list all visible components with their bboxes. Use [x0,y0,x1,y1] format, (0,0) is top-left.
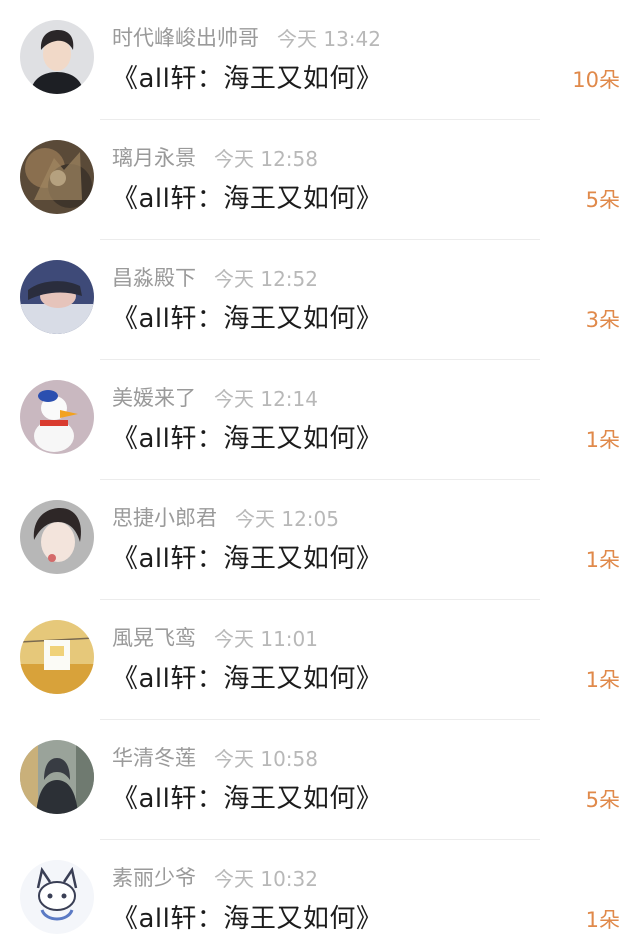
flower-count: 1朵 [585,428,620,452]
username[interactable]: 風晃飞鸾 [112,622,196,652]
list-item[interactable]: 美媛来了 今天 12:14 《all轩：海王又如何》 1朵 [0,360,640,480]
flower-count: 5朵 [585,188,620,212]
flower-count: 1朵 [585,548,620,572]
work-title[interactable]: 《all轩：海王又如何》 [112,778,382,815]
username[interactable]: 素丽少爷 [112,862,196,892]
username[interactable]: 璃月永景 [112,142,196,172]
flower-count: 1朵 [585,908,620,932]
flower-count: 3朵 [585,308,620,332]
user-avatar[interactable] [20,20,94,94]
row-meta: 璃月永景 今天 12:58 [112,142,318,172]
user-avatar[interactable] [20,740,94,814]
row-meta: 华清冬莲 今天 10:58 [112,742,318,772]
timestamp: 今天 12:05 [235,506,339,531]
flower-count: 5朵 [585,788,620,812]
timestamp: 今天 11:01 [214,626,318,651]
timestamp: 今天 10:32 [214,866,318,891]
flower-count: 1朵 [585,668,620,692]
work-title[interactable]: 《all轩：海王又如何》 [112,178,382,215]
timestamp: 今天 12:58 [214,146,318,171]
timestamp: 今天 12:14 [214,386,318,411]
gift-list: 时代峰峻出帅哥 今天 13:42 《all轩：海王又如何》 10朵 璃月永景 今… [0,0,640,941]
username[interactable]: 华清冬莲 [112,742,196,772]
list-item[interactable]: 昌淼殿下 今天 12:52 《all轩：海王又如何》 3朵 [0,240,640,360]
flower-count: 10朵 [572,68,620,92]
work-title[interactable]: 《all轩：海王又如何》 [112,538,382,575]
row-meta: 美媛来了 今天 12:14 [112,382,318,412]
user-avatar[interactable] [20,380,94,454]
row-meta: 时代峰峻出帅哥 今天 13:42 [112,22,381,52]
username[interactable]: 时代峰峻出帅哥 [112,22,259,52]
list-item[interactable]: 思捷小郎君 今天 12:05 《all轩：海王又如何》 1朵 [0,480,640,600]
username[interactable]: 美媛来了 [112,382,196,412]
row-meta: 風晃飞鸾 今天 11:01 [112,622,318,652]
row-meta: 思捷小郎君 今天 12:05 [112,502,339,532]
timestamp: 今天 12:52 [214,266,318,291]
list-item[interactable]: 風晃飞鸾 今天 11:01 《all轩：海王又如何》 1朵 [0,600,640,720]
row-meta: 昌淼殿下 今天 12:52 [112,262,318,292]
list-item[interactable]: 璃月永景 今天 12:58 《all轩：海王又如何》 5朵 [0,120,640,240]
user-avatar[interactable] [20,860,94,934]
work-title[interactable]: 《all轩：海王又如何》 [112,898,382,935]
work-title[interactable]: 《all轩：海王又如何》 [112,58,382,95]
timestamp: 今天 10:58 [214,746,318,771]
username[interactable]: 思捷小郎君 [112,502,217,532]
list-item[interactable]: 素丽少爷 今天 10:32 《all轩：海王又如何》 1朵 [0,840,640,941]
user-avatar[interactable] [20,500,94,574]
user-avatar[interactable] [20,620,94,694]
work-title[interactable]: 《all轩：海王又如何》 [112,418,382,455]
row-meta: 素丽少爷 今天 10:32 [112,862,318,892]
timestamp: 今天 13:42 [277,26,381,51]
list-item[interactable]: 华清冬莲 今天 10:58 《all轩：海王又如何》 5朵 [0,720,640,840]
work-title[interactable]: 《all轩：海王又如何》 [112,298,382,335]
username[interactable]: 昌淼殿下 [112,262,196,292]
user-avatar[interactable] [20,260,94,334]
work-title[interactable]: 《all轩：海王又如何》 [112,658,382,695]
user-avatar[interactable] [20,140,94,214]
list-item[interactable]: 时代峰峻出帅哥 今天 13:42 《all轩：海王又如何》 10朵 [0,0,640,120]
